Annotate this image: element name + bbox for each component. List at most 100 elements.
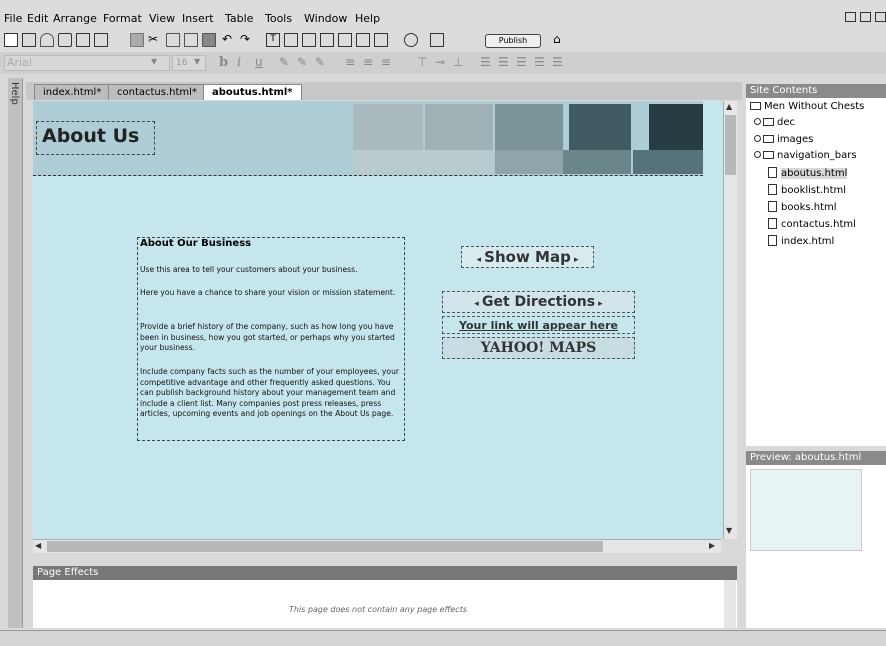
scroll-up-icon[interactable]: ▲ [726,102,732,111]
delete-icon[interactable] [202,33,216,47]
format-painter-icon[interactable]: ✎ [315,55,325,69]
copy-icon[interactable] [166,33,180,47]
close-icon[interactable] [875,12,886,22]
page-canvas[interactable]: About Us About Our Business Use this are… [33,101,723,539]
outline-list-icon[interactable]: ☰ [516,55,527,69]
scroll-down-icon[interactable]: ▼ [726,526,732,535]
align-center-icon[interactable]: ≡ [363,55,373,69]
redo-icon[interactable]: ↷ [240,33,254,47]
numbered-list-icon[interactable]: ☰ [498,55,509,69]
tab-index[interactable]: index.html* [34,84,111,100]
expand-icon[interactable] [754,151,761,158]
menu-file[interactable]: File [4,12,22,25]
site-contents-header[interactable]: Site Contents [746,84,886,98]
toolbar: ✂ ↶ ↷ T Publish ⌂ [0,30,886,52]
underline-icon[interactable]: u [255,55,263,69]
get-directions-button[interactable]: ◂ Get Directions ▸ [442,291,635,313]
outdent-icon[interactable]: ☰ [534,55,545,69]
paste-icon[interactable] [184,33,198,47]
tree-file-booklist[interactable]: booklist.html [768,184,846,196]
align-middle-icon[interactable]: ⊸ [435,55,445,69]
menu-arrange[interactable]: Arrange [53,12,97,25]
chevron-down-icon[interactable]: ▼ [151,57,157,66]
align-right-icon[interactable]: ≡ [381,55,391,69]
expand-icon[interactable] [754,118,761,125]
align-left-icon[interactable]: ≡ [345,55,355,69]
help-panel-tab[interactable]: Help [8,78,23,628]
tree-file-aboutus[interactable]: aboutus.html [768,167,848,179]
html-icon[interactable] [374,33,388,47]
align-top-icon[interactable]: ⊤ [417,55,427,69]
scroll-left-icon[interactable]: ◀ [35,541,41,550]
menu-view[interactable]: View [149,12,175,25]
brush-icon[interactable] [130,33,144,47]
home-icon[interactable]: ⌂ [553,33,567,47]
menu-edit[interactable]: Edit [27,12,48,25]
paragraph[interactable]: Use this area to tell your customers abo… [140,265,406,276]
align-bottom-icon[interactable]: ⊥ [453,55,463,69]
menu-help[interactable]: Help [355,12,380,25]
preview-icon[interactable] [430,33,444,47]
font-select[interactable]: Arial [4,55,170,71]
bullet-list-icon[interactable]: ☰ [480,55,491,69]
tree-folder-navigation-bars[interactable]: navigation_bars [754,150,857,161]
form-field-icon[interactable] [338,33,352,47]
minimize-icon[interactable] [845,12,856,22]
publish-button[interactable]: Publish [485,34,541,48]
italic-icon[interactable]: i [237,55,241,70]
page-heading[interactable]: About Us [42,125,139,147]
bold-icon[interactable]: b [219,55,228,70]
tree-file-index[interactable]: index.html [768,235,834,247]
layout-icon[interactable] [356,33,370,47]
indent-icon[interactable]: ☰ [552,55,563,69]
people-icon[interactable] [40,33,54,47]
text-box-icon[interactable]: T [266,33,280,47]
editor-horizontal-scrollbar[interactable]: ◀ ▶ [33,539,721,553]
form-icon[interactable] [320,33,334,47]
expand-icon[interactable] [754,135,761,142]
globe-icon[interactable] [404,33,418,47]
paragraph[interactable]: Here you have a chance to share your vis… [140,288,406,299]
menu-window[interactable]: Window [304,12,347,25]
text-color-icon[interactable]: ✎ [279,55,289,69]
yahoo-maps-logo[interactable]: YAHOO! MAPS [442,337,635,359]
scroll-thumb[interactable] [725,115,736,175]
tree-file-contactus[interactable]: contactus.html [768,218,856,230]
menu-table[interactable]: Table [225,12,253,25]
cut-icon[interactable]: ✂ [148,33,162,47]
scroll-thumb[interactable] [47,541,603,552]
new-site-icon[interactable] [22,33,36,47]
menu-format[interactable]: Format [103,12,142,25]
menu-insert[interactable]: Insert [182,12,214,25]
undo-icon[interactable]: ↶ [222,33,236,47]
tab-aboutus[interactable]: aboutus.html* [203,84,302,100]
restore-icon[interactable] [860,12,871,22]
menu-tools[interactable]: Tools [265,12,292,25]
scroll-right-icon[interactable]: ▶ [709,541,715,550]
new-page-icon[interactable] [4,33,18,47]
editor-vertical-scrollbar[interactable]: ▲ ▼ [723,101,737,539]
table-icon[interactable] [302,33,316,47]
open-folder-icon[interactable] [58,33,72,47]
tree-root[interactable]: Men Without Chests [750,101,864,112]
tree-folder-dec[interactable]: dec [754,117,795,128]
tree-folder-images[interactable]: images [754,134,813,145]
tree-file-books[interactable]: books.html [768,201,837,213]
tab-contactus[interactable]: contactus.html* [108,84,206,100]
highlight-icon[interactable]: ✎ [297,55,307,69]
preview-header[interactable]: Preview: aboutus.html [746,451,886,465]
banner-square [353,104,423,150]
page-effects-scrollbar[interactable] [724,580,736,628]
paragraph[interactable]: Provide a brief history of the company, … [140,322,406,354]
link-placeholder[interactable]: Your link will appear here [442,316,635,334]
page-effects-header[interactable]: Page Effects [33,566,737,580]
chevron-down-icon[interactable]: ▼ [194,57,200,66]
section-title[interactable]: About Our Business [140,238,251,249]
font-size-select[interactable]: 16 [172,55,206,71]
tree-label: images [777,134,814,145]
save-all-icon[interactable] [94,33,108,47]
show-map-button[interactable]: ◂ Show Map ▸ [461,246,594,268]
paragraph[interactable]: Include company facts such as the number… [140,367,406,420]
save-icon[interactable] [76,33,90,47]
image-icon[interactable] [284,33,298,47]
